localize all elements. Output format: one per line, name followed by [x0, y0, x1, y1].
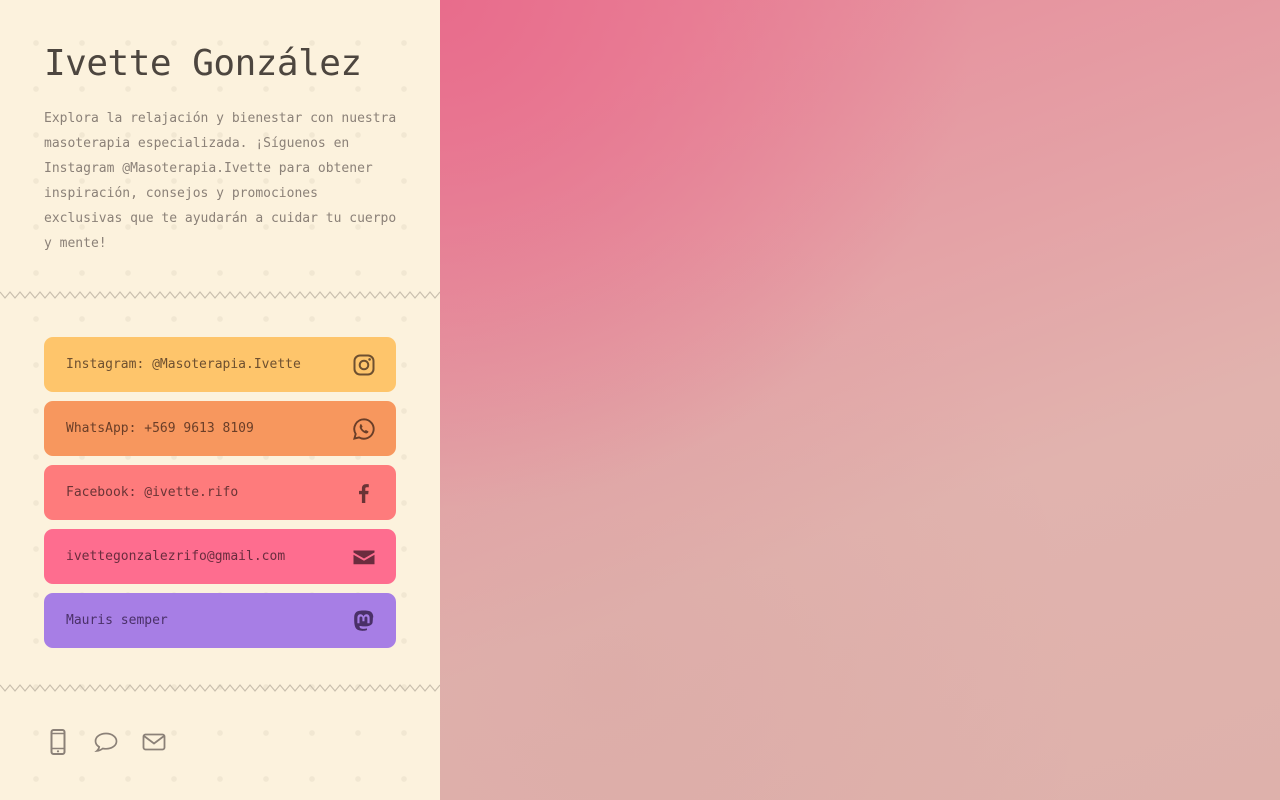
mastodon-link-button[interactable]: Mauris semper: [44, 593, 396, 648]
whatsapp-link-button[interactable]: WhatsApp: +569 9613 8109: [44, 401, 396, 456]
facebook-link-button[interactable]: Facebook: @ivette.rifo: [44, 465, 396, 520]
link-label: ivettegonzalezrifo@gmail.com: [66, 549, 286, 564]
speech-bubble-icon[interactable]: [92, 728, 120, 756]
link-list: Instagram: @Masoterapia.Ivette WhatsApp:…: [44, 337, 396, 657]
link-label: Mauris semper: [66, 613, 168, 628]
envelope-outline-icon[interactable]: [140, 728, 168, 756]
instagram-icon: [352, 353, 376, 377]
envelope-icon: [352, 545, 376, 569]
zigzag-divider: [0, 684, 440, 692]
facebook-icon: [352, 481, 376, 505]
email-link-button[interactable]: ivettegonzalezrifo@gmail.com: [44, 529, 396, 584]
mobile-phone-icon[interactable]: [44, 728, 72, 756]
hero-background-image: [440, 0, 1280, 800]
link-label: Facebook: @ivette.rifo: [66, 485, 239, 500]
mastodon-icon: [352, 609, 376, 633]
profile-sidebar: Ivette González Explora la relajación y …: [0, 0, 440, 800]
instagram-link-button[interactable]: Instagram: @Masoterapia.Ivette: [44, 337, 396, 392]
footer-contact-icons: [44, 728, 168, 756]
zigzag-divider: [0, 291, 440, 299]
profile-description: Explora la relajación y bienestar con nu…: [44, 111, 397, 251]
link-label: Instagram: @Masoterapia.Ivette: [66, 357, 301, 372]
profile-name: Ivette González: [44, 43, 362, 84]
whatsapp-icon: [352, 417, 376, 441]
page: Ivette González Explora la relajación y …: [0, 0, 1280, 800]
link-label: WhatsApp: +569 9613 8109: [66, 421, 254, 436]
